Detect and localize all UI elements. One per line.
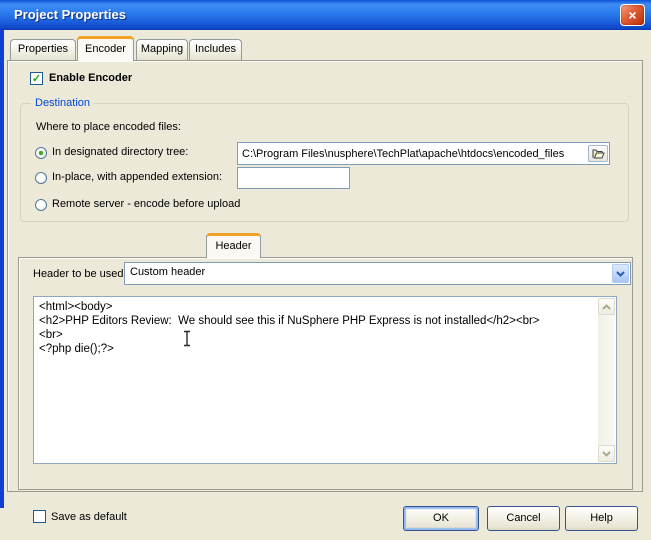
radio-label: In-place, with appended extension: xyxy=(52,171,222,183)
tab-label: Includes xyxy=(195,43,236,55)
directory-path-input[interactable] xyxy=(237,142,610,165)
help-button[interactable]: Help xyxy=(565,506,638,531)
header-code-text: <html><body> <h2>PHP Editors Review: We … xyxy=(39,300,592,356)
tab-label: Encoder xyxy=(85,43,126,55)
ibeam-cursor xyxy=(182,330,192,350)
tab-properties[interactable]: Properties xyxy=(10,39,76,60)
tab-header[interactable]: Header xyxy=(206,233,261,258)
tab-includes[interactable]: Includes xyxy=(189,39,242,60)
scrollbar[interactable] xyxy=(598,298,615,462)
chevron-up-icon xyxy=(602,304,611,310)
window-border-right xyxy=(0,0,4,508)
scroll-up-button[interactable] xyxy=(598,298,615,315)
radio-button[interactable] xyxy=(35,172,47,184)
where-to-place-label: Where to place encoded files: xyxy=(36,121,181,133)
combo-dropdown-button[interactable] xyxy=(612,264,629,283)
tab-label: Properties xyxy=(18,43,68,55)
titlebar[interactable]: Project Properties × xyxy=(0,0,651,30)
folder-open-icon xyxy=(592,148,605,159)
header-select[interactable]: Custom header xyxy=(124,262,631,285)
cancel-button[interactable]: Cancel xyxy=(487,506,560,531)
checkbox-box[interactable]: ✓ xyxy=(30,72,43,85)
save-as-default-label: Save as default xyxy=(51,511,127,523)
radio-dot-icon xyxy=(39,151,43,155)
destination-legend: Destination xyxy=(31,97,94,109)
scroll-down-button[interactable] xyxy=(598,445,615,462)
header-to-be-used-label: Header to be used: xyxy=(33,268,127,280)
radio-label: In designated directory tree: xyxy=(52,146,188,158)
window-title: Project Properties xyxy=(14,0,126,29)
header-select-value: Custom header xyxy=(130,266,205,278)
extension-input[interactable] xyxy=(237,167,350,189)
chevron-down-icon xyxy=(616,271,625,277)
ok-button[interactable]: OK xyxy=(403,506,479,531)
tab-mapping[interactable]: Mapping xyxy=(136,39,188,60)
checkbox-box[interactable] xyxy=(33,510,46,523)
tab-encoder[interactable]: Encoder xyxy=(77,36,134,61)
chevron-down-icon xyxy=(602,451,611,457)
project-properties-dialog: Project Properties × Properties Encoder … xyxy=(0,0,651,540)
radio-label: Remote server - encode before upload xyxy=(52,198,240,210)
close-icon: × xyxy=(628,7,636,23)
header-code-editor[interactable]: <html><body> <h2>PHP Editors Review: We … xyxy=(33,296,617,464)
enable-encoder-label: Enable Encoder xyxy=(49,72,132,84)
radio-button[interactable] xyxy=(35,199,47,211)
close-button[interactable]: × xyxy=(620,4,645,26)
tab-label: Header xyxy=(215,240,251,252)
check-icon: ✓ xyxy=(32,73,41,85)
radio-button[interactable] xyxy=(35,147,47,159)
browse-button[interactable] xyxy=(588,145,608,162)
tab-label: Mapping xyxy=(141,43,183,55)
